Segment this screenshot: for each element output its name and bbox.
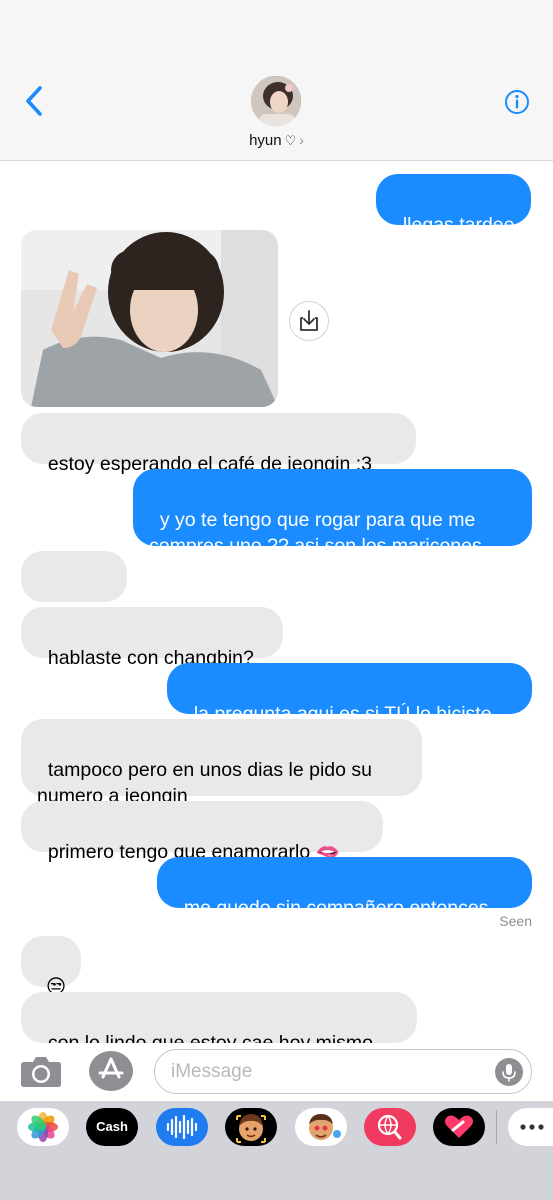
microphone-icon xyxy=(502,1064,516,1082)
selfie-photo xyxy=(21,230,278,407)
camera-icon xyxy=(21,1057,61,1087)
message-text: tampoco pero en unos dias le pido su num… xyxy=(37,759,378,807)
app-images-search[interactable] xyxy=(364,1108,416,1146)
app-store-button[interactable] xyxy=(89,1051,133,1091)
seen-status: Seen xyxy=(499,913,532,929)
message-bubble-received[interactable]: estoy esperando el café de jeongin :3 xyxy=(21,413,416,475)
message-bubble-sent[interactable]: y yo te tengo que rogar para que me comp… xyxy=(133,469,532,557)
info-button[interactable] xyxy=(504,89,530,115)
contact-name[interactable]: hyun ♡ › xyxy=(0,132,553,149)
message-bubble-received[interactable]: hablaste con changbin? xyxy=(21,607,283,669)
cash-label: Cash xyxy=(96,1119,128,1134)
app-memoji-stickers[interactable] xyxy=(295,1108,347,1146)
globe-search-icon xyxy=(377,1114,402,1140)
input-placeholder: iMessage xyxy=(171,1061,253,1082)
message-bubble-sent[interactable]: la pregunta aqui es si TÚ lo hiciste xyxy=(167,663,532,725)
message-bubble-received[interactable]: primero tengo que enamorarlo 🫦 xyxy=(21,801,383,863)
download-icon xyxy=(300,310,318,331)
memoji-stickers-icon xyxy=(309,1114,341,1140)
app-drawer-divider xyxy=(496,1110,497,1144)
app-photos[interactable] xyxy=(17,1108,69,1146)
conversation-header: hyun ♡ › xyxy=(0,0,553,161)
message-text: llegas tardee xyxy=(402,214,515,236)
app-store-icon xyxy=(98,1057,124,1079)
waveform-icon xyxy=(166,1114,198,1140)
message-bubble-received[interactable]: tampoco pero en unos dias le pido su num… xyxy=(21,719,422,807)
photo-attachment[interactable] xyxy=(21,230,278,407)
chevron-right-icon: › xyxy=(299,132,304,148)
contact-name-text: hyun xyxy=(249,132,282,149)
message-bubble-sent[interactable]: llegas tardee xyxy=(376,174,531,236)
message-bubble-received[interactable]: con lo lindo que estoy cae hoy mismo xyxy=(21,992,417,1054)
info-icon xyxy=(505,90,529,114)
app-memoji[interactable] xyxy=(225,1108,277,1146)
message-text: y yo te tengo que rogar para que me comp… xyxy=(149,509,482,557)
app-digital-touch[interactable] xyxy=(433,1108,485,1146)
avatar-photo xyxy=(251,76,301,126)
contact-avatar[interactable] xyxy=(251,76,301,126)
back-button[interactable] xyxy=(22,84,48,118)
memoji-icon xyxy=(236,1114,266,1143)
photos-icon xyxy=(28,1112,58,1142)
camera-button[interactable] xyxy=(20,1054,62,1088)
app-audio-message[interactable] xyxy=(156,1108,208,1146)
app-cash[interactable]: Cash xyxy=(86,1108,138,1146)
message-bubble-received[interactable]: soporta xyxy=(21,551,127,639)
chevron-left-icon xyxy=(26,86,42,116)
heart-icon: ♡ xyxy=(284,133,297,148)
more-icon xyxy=(520,1124,544,1130)
message-bubble-received[interactable]: 😒 xyxy=(21,936,81,998)
message-text: me quedo sin compañero entonces xyxy=(183,897,489,919)
app-more[interactable] xyxy=(508,1108,553,1146)
imessage-input[interactable]: iMessage xyxy=(154,1049,532,1094)
digital-touch-heart-icon xyxy=(445,1115,473,1138)
save-photo-button[interactable] xyxy=(289,301,329,341)
dictation-button[interactable] xyxy=(495,1058,523,1086)
apple-cash-icon: Cash xyxy=(86,1108,138,1146)
message-bubble-sent[interactable]: me quedo sin compañero entonces xyxy=(157,857,532,919)
